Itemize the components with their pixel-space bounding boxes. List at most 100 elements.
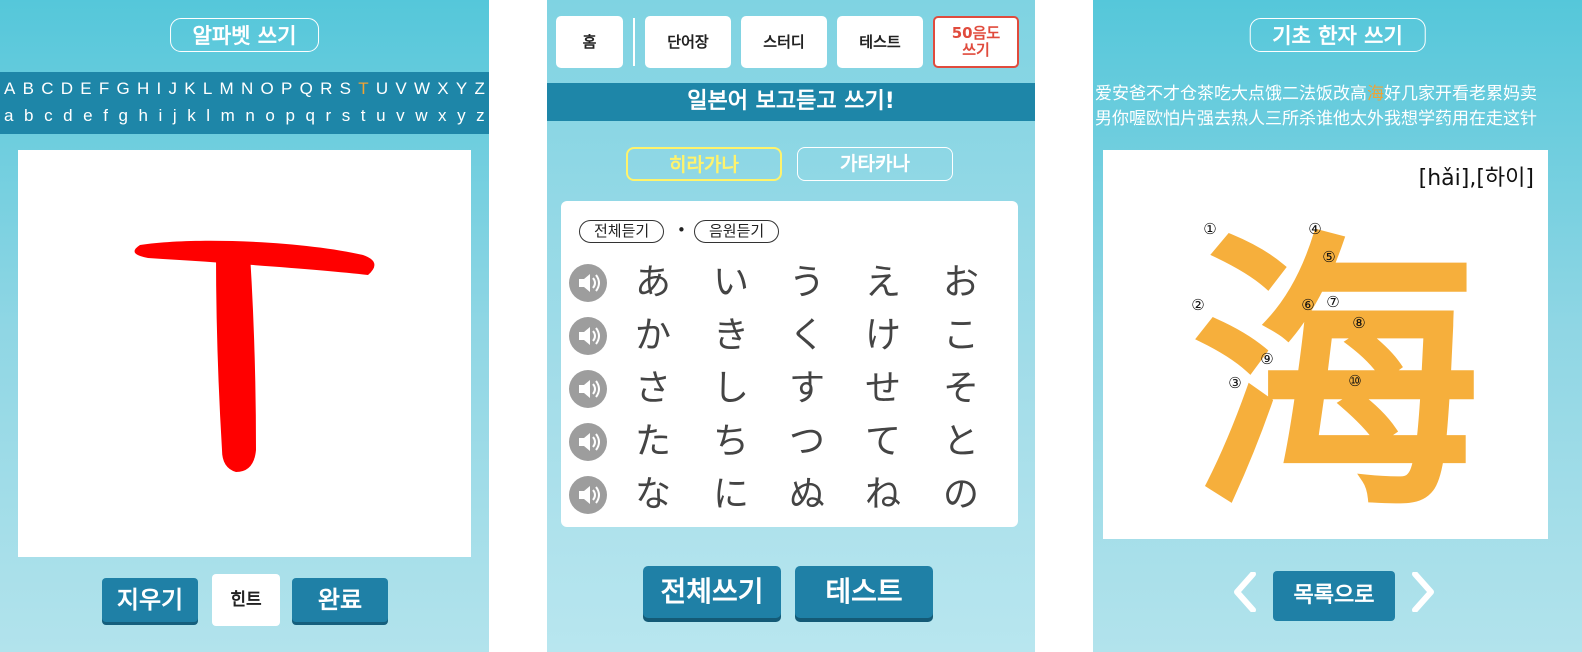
kana-cell[interactable]: ね bbox=[853, 470, 913, 520]
study-button[interactable]: 스터디 bbox=[741, 16, 827, 68]
kana-cell[interactable]: な bbox=[623, 470, 683, 520]
kana-cell[interactable]: こ bbox=[931, 311, 991, 361]
letter-w[interactable]: w bbox=[415, 106, 427, 126]
kana-cell[interactable]: あ bbox=[623, 258, 683, 308]
kana-cell[interactable]: ぬ bbox=[777, 470, 837, 520]
letter-B[interactable]: B bbox=[23, 79, 34, 99]
kana-cell[interactable]: え bbox=[853, 258, 913, 308]
letter-Z[interactable]: Z bbox=[474, 79, 484, 99]
kana-cell[interactable]: く bbox=[777, 311, 837, 361]
letter-v[interactable]: v bbox=[396, 106, 405, 126]
letter-U[interactable]: U bbox=[376, 79, 388, 99]
home-button[interactable]: 홈 bbox=[556, 16, 623, 68]
tab-hiragana[interactable]: 히라가나 bbox=[626, 147, 782, 181]
back-to-list-button[interactable]: 목록으로 bbox=[1273, 571, 1395, 621]
letter-M[interactable]: M bbox=[220, 79, 234, 99]
listen-audio-button[interactable]: 음원듣기 bbox=[694, 220, 780, 243]
letter-n[interactable]: n bbox=[245, 106, 254, 126]
test-button[interactable]: 테스트 bbox=[795, 566, 933, 618]
write-all-button[interactable]: 전체쓰기 bbox=[643, 566, 781, 618]
hanzi-selected[interactable]: 海 bbox=[1367, 84, 1384, 104]
letter-a[interactable]: a bbox=[4, 106, 13, 126]
kana-cell[interactable]: き bbox=[701, 311, 761, 361]
letter-s[interactable]: s bbox=[342, 106, 351, 126]
kana-cell[interactable]: す bbox=[777, 364, 837, 414]
test-nav-button[interactable]: 테스트 bbox=[837, 16, 923, 68]
hint-button[interactable]: 힌트 bbox=[212, 574, 280, 626]
hanzi-list[interactable]: 男你喔欧怕片强去热人三所杀谁他太外我想学药用在走这针 bbox=[1095, 109, 1537, 129]
letter-H[interactable]: H bbox=[137, 79, 149, 99]
letter-l[interactable]: l bbox=[206, 106, 210, 126]
letter-L[interactable]: L bbox=[203, 79, 212, 99]
letter-h[interactable]: h bbox=[139, 106, 148, 126]
letter-K[interactable]: K bbox=[184, 79, 195, 99]
kana-cell[interactable]: に bbox=[701, 470, 761, 520]
drawing-canvas[interactable] bbox=[18, 150, 471, 557]
letter-F[interactable]: F bbox=[99, 79, 109, 99]
letter-z[interactable]: z bbox=[476, 106, 485, 126]
letter-k[interactable]: k bbox=[187, 106, 196, 126]
letter-u[interactable]: u bbox=[376, 106, 385, 126]
letter-y[interactable]: y bbox=[457, 106, 466, 126]
kana-cell[interactable]: そ bbox=[931, 364, 991, 414]
prev-arrow-icon[interactable] bbox=[1231, 571, 1257, 613]
letter-J[interactable]: J bbox=[168, 79, 177, 99]
erase-button[interactable]: 지우기 bbox=[102, 578, 198, 622]
letter-O[interactable]: O bbox=[261, 79, 274, 99]
letter-A[interactable]: A bbox=[4, 79, 15, 99]
speaker-icon[interactable] bbox=[569, 370, 607, 408]
vocab-button[interactable]: 단어장 bbox=[645, 16, 731, 68]
letter-t[interactable]: t bbox=[361, 106, 366, 126]
letter-C[interactable]: C bbox=[41, 79, 53, 99]
letter-G[interactable]: G bbox=[116, 79, 129, 99]
kana-cell[interactable]: お bbox=[931, 258, 991, 308]
speaker-icon[interactable] bbox=[569, 264, 607, 302]
letter-q[interactable]: q bbox=[305, 106, 314, 126]
kana-cell[interactable]: の bbox=[931, 470, 991, 520]
letter-r[interactable]: r bbox=[326, 106, 332, 126]
next-arrow-icon[interactable] bbox=[1411, 571, 1437, 613]
kana-cell[interactable]: か bbox=[623, 311, 683, 361]
letter-j[interactable]: j bbox=[173, 106, 177, 126]
tab-katakana[interactable]: 가타카나 bbox=[797, 147, 953, 181]
letter-m[interactable]: m bbox=[221, 106, 235, 126]
letter-Y[interactable]: Y bbox=[456, 79, 467, 99]
kana-cell[interactable]: い bbox=[701, 258, 761, 308]
letter-T[interactable]: T bbox=[358, 79, 368, 99]
kana-cell[interactable]: さ bbox=[623, 364, 683, 414]
letter-d[interactable]: d bbox=[63, 106, 72, 126]
letter-i[interactable]: i bbox=[159, 106, 163, 126]
letter-Q[interactable]: Q bbox=[300, 79, 313, 99]
hanzi-list[interactable]: 好几家开看老累妈卖 bbox=[1384, 84, 1537, 104]
kana-cell[interactable]: と bbox=[931, 417, 991, 467]
done-button[interactable]: 완료 bbox=[292, 578, 388, 622]
kana-cell[interactable]: た bbox=[623, 417, 683, 467]
letter-P[interactable]: P bbox=[281, 79, 292, 99]
letter-D[interactable]: D bbox=[61, 79, 73, 99]
letter-S[interactable]: S bbox=[340, 79, 351, 99]
letter-V[interactable]: V bbox=[395, 79, 406, 99]
letter-N[interactable]: N bbox=[241, 79, 253, 99]
speaker-icon[interactable] bbox=[569, 476, 607, 514]
letter-g[interactable]: g bbox=[118, 106, 127, 126]
letter-W[interactable]: W bbox=[414, 79, 430, 99]
kana-cell[interactable]: ち bbox=[701, 417, 761, 467]
letter-p[interactable]: p bbox=[285, 106, 294, 126]
speaker-icon[interactable] bbox=[569, 317, 607, 355]
letter-f[interactable]: f bbox=[103, 106, 108, 126]
kana-cell[interactable]: つ bbox=[777, 417, 837, 467]
letter-x[interactable]: x bbox=[438, 106, 447, 126]
letter-I[interactable]: I bbox=[157, 79, 162, 99]
listen-all-button[interactable]: 전체듣기 bbox=[579, 220, 665, 243]
letter-E[interactable]: E bbox=[80, 79, 91, 99]
letter-e[interactable]: e bbox=[83, 106, 92, 126]
letter-R[interactable]: R bbox=[320, 79, 332, 99]
letter-c[interactable]: c bbox=[44, 106, 53, 126]
letter-o[interactable]: o bbox=[265, 106, 274, 126]
kana-cell[interactable]: し bbox=[701, 364, 761, 414]
speaker-icon[interactable] bbox=[569, 423, 607, 461]
letter-b[interactable]: b bbox=[24, 106, 33, 126]
kana-cell[interactable]: せ bbox=[853, 364, 913, 414]
kana-cell[interactable]: て bbox=[853, 417, 913, 467]
kana-cell[interactable]: う bbox=[777, 258, 837, 308]
